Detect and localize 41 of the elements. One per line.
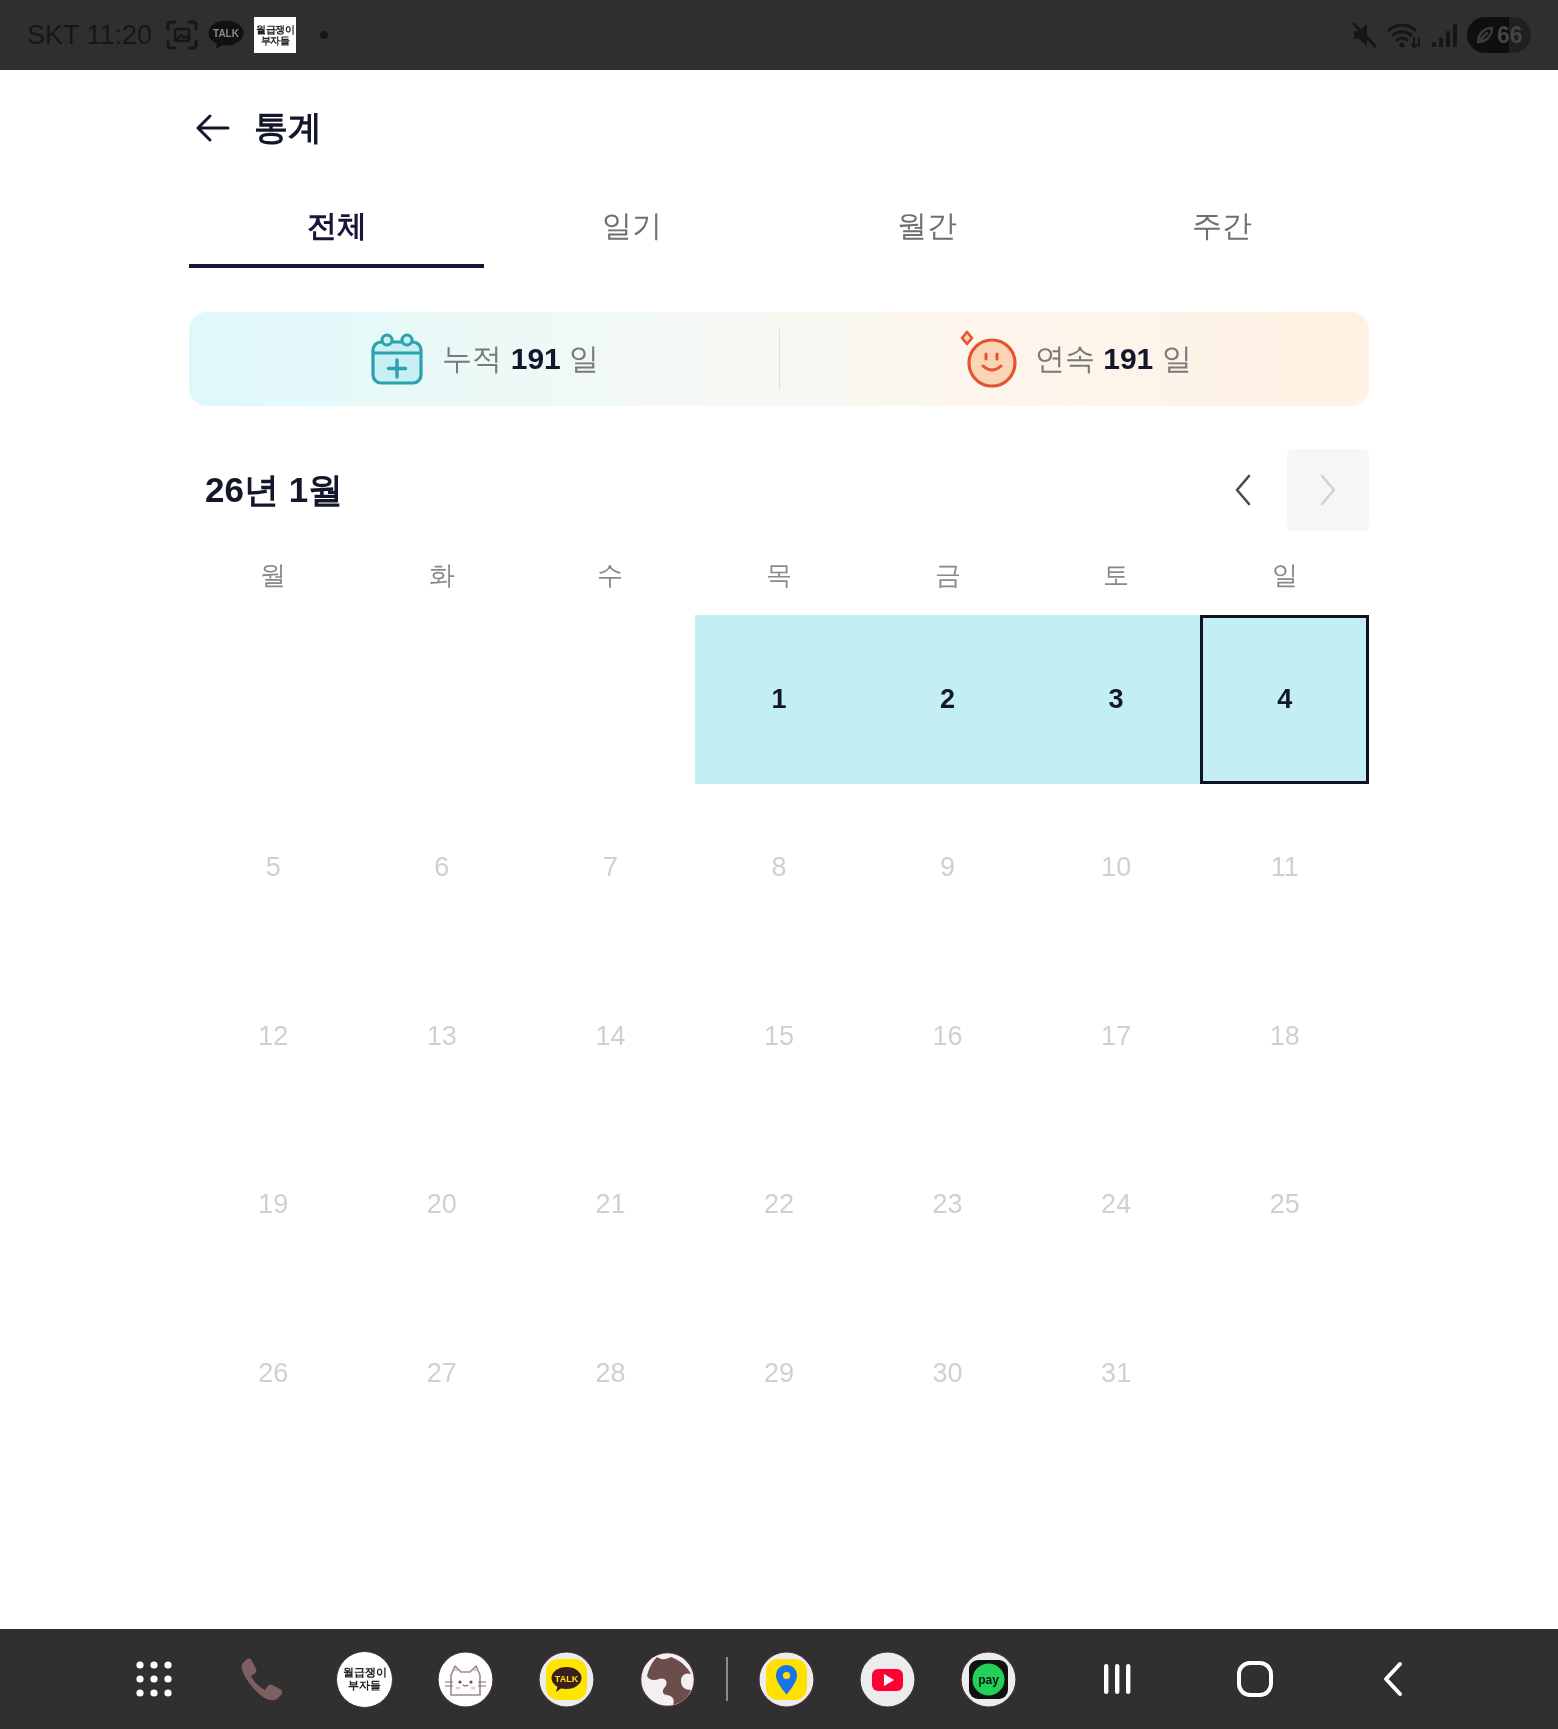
- signal-icon: [1431, 22, 1457, 48]
- weekday-label: 목: [765, 558, 793, 592]
- back-button[interactable]: [194, 112, 230, 144]
- tab[interactable]: 일기: [484, 196, 779, 268]
- summary-text: 누적 191 일: [442, 340, 600, 377]
- tab[interactable]: 전체: [189, 196, 484, 268]
- calendar-day[interactable]: 2: [863, 615, 1032, 784]
- month-title: 26년 1월: [205, 468, 344, 511]
- screenshot-icon: [166, 20, 199, 50]
- back-arrow-icon: [194, 112, 230, 144]
- notification-dot-icon: [320, 31, 329, 39]
- weekday-label: 화: [427, 558, 456, 592]
- chat-app-icon[interactable]: TALK: [538, 1650, 595, 1708]
- calendar-day[interactable]: 4: [1200, 615, 1369, 784]
- cat-app-icon[interactable]: [437, 1650, 494, 1708]
- recent-apps-icon[interactable]: [1101, 1662, 1133, 1696]
- wifi-icon: [1387, 21, 1421, 49]
- apps-grid-icon[interactable]: [136, 1661, 172, 1697]
- home-icon[interactable]: [1236, 1660, 1274, 1698]
- weekday-label: 토: [1102, 558, 1131, 592]
- chevron-left-icon: [1233, 473, 1253, 507]
- tab[interactable]: 월간: [779, 196, 1074, 268]
- leaf-icon: [1476, 26, 1494, 44]
- calendar-day[interactable]: 3: [1031, 615, 1201, 784]
- weekday-label: 월: [259, 558, 288, 592]
- tab[interactable]: 주간: [1074, 196, 1369, 268]
- video-play-app-icon[interactable]: [859, 1650, 916, 1708]
- text-app-icon[interactable]: 월급쟁이 부자들: [336, 1650, 393, 1708]
- app-notification-icon: 월급쟁이 부자들: [254, 17, 297, 53]
- mute-icon: [1351, 21, 1377, 49]
- summary-text: 연속 191 일: [1034, 340, 1192, 377]
- page-title: 통계: [254, 107, 322, 148]
- chevron-right-icon: [1318, 473, 1338, 507]
- weekday-label: 수: [596, 558, 625, 592]
- back-icon[interactable]: [1381, 1661, 1405, 1697]
- pay-app-icon[interactable]: pay: [960, 1650, 1017, 1708]
- map-pin-app-icon[interactable]: [758, 1650, 815, 1708]
- weekday-label: 일: [1270, 558, 1299, 592]
- weekday-label: 금: [933, 558, 962, 592]
- calendar-day[interactable]: 1: [694, 615, 864, 784]
- globe-icon[interactable]: [639, 1650, 696, 1708]
